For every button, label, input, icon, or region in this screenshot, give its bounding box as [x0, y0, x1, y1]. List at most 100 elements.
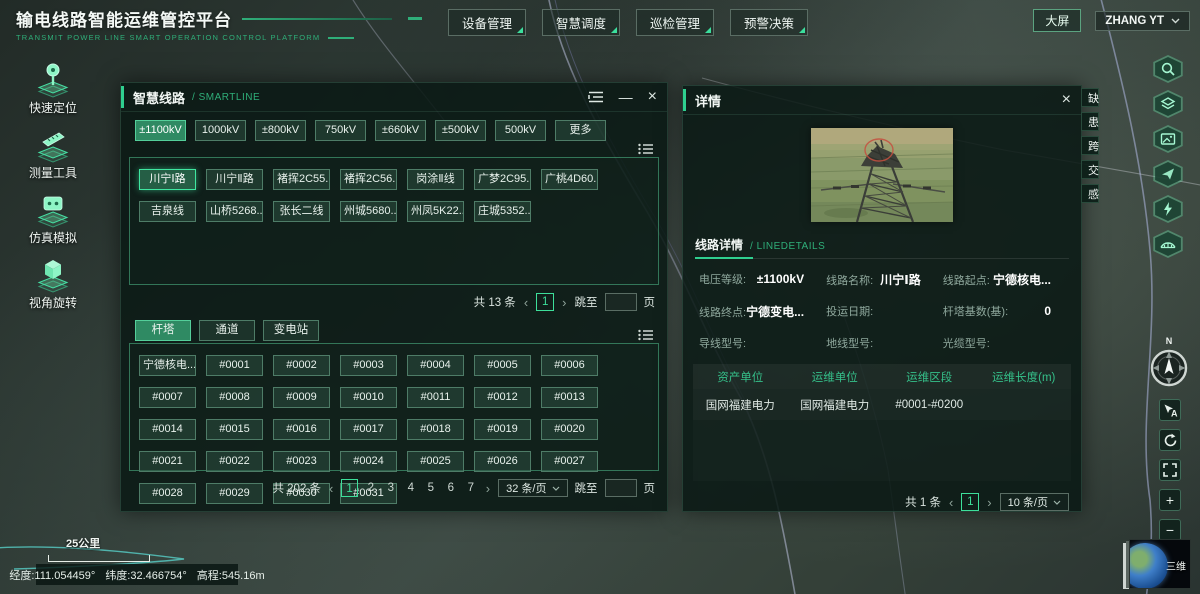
tower-chip[interactable]: #0020 — [541, 419, 598, 440]
next-page-icon[interactable]: › — [485, 481, 491, 496]
tool-view-rotate[interactable]: 视角旋转 — [22, 255, 84, 311]
prev-page-icon[interactable]: ‹ — [328, 481, 334, 496]
prev-page-icon[interactable]: ‹ — [948, 495, 954, 510]
big-screen-button[interactable]: 大屏 — [1033, 9, 1081, 32]
page-number[interactable]: 6 — [444, 479, 458, 497]
hex-layers-tool[interactable] — [1152, 90, 1184, 118]
list-view-icon[interactable] — [638, 143, 653, 155]
tower-chip[interactable]: #0018 — [407, 419, 464, 440]
table-row[interactable]: 国网福建电力国网福建电力#0001-#0200 — [693, 389, 1071, 420]
hex-search-tool[interactable] — [1152, 55, 1184, 83]
tower-chip[interactable]: #0025 — [407, 451, 464, 472]
facility-tab[interactable]: 通道 — [199, 320, 255, 341]
zoom-in-button[interactable]: + — [1159, 489, 1181, 511]
line-chip[interactable]: 张长二线 — [273, 201, 330, 222]
tower-chip[interactable]: #0013 — [541, 387, 598, 408]
nav-device-management[interactable]: 设备管理 — [448, 9, 526, 36]
tool-quick-locate[interactable]: 快速定位 — [22, 60, 84, 116]
compass[interactable]: N — [1148, 336, 1190, 389]
voltage-filter-chip[interactable]: 更多 — [555, 120, 606, 141]
hex-bridge-tool[interactable] — [1152, 230, 1184, 258]
line-chip[interactable]: 吉泉线 — [139, 201, 196, 222]
current-page[interactable]: 1 — [961, 493, 979, 511]
tower-chip[interactable]: #0023 — [273, 451, 330, 472]
hex-imagery-tool[interactable] — [1152, 125, 1184, 153]
jump-page-input[interactable] — [605, 479, 637, 497]
voltage-filter-chip[interactable]: ±660kV — [375, 120, 426, 141]
side-tab-hazard[interactable]: 患 — [1081, 112, 1099, 131]
side-tab-sensing[interactable]: 感 — [1081, 184, 1099, 203]
voltage-filter-chip[interactable]: ±500kV — [435, 120, 486, 141]
tower-chip[interactable]: #0024 — [340, 451, 397, 472]
facility-tab[interactable]: 杆塔 — [135, 320, 191, 341]
side-tab-intersection[interactable]: 交 — [1081, 160, 1099, 179]
tower-chip[interactable]: #0027 — [541, 451, 598, 472]
line-chip[interactable]: 山桥5268... — [206, 201, 263, 222]
nav-inspection-management[interactable]: 巡检管理 — [636, 9, 714, 36]
line-chip[interactable]: 广桃4D60... — [541, 169, 598, 190]
line-chip[interactable]: 州凤5K22... — [407, 201, 464, 222]
line-chip[interactable]: 广梦2C95... — [474, 169, 531, 190]
tower-chip[interactable]: #0006 — [541, 355, 598, 376]
tower-chip[interactable]: #0005 — [474, 355, 531, 376]
line-chip[interactable]: 庄城5352... — [474, 201, 531, 222]
close-icon[interactable]: × — [1062, 93, 1071, 107]
page-number[interactable]: 5 — [424, 479, 438, 497]
line-chip[interactable]: 褚挥2C56... — [340, 169, 397, 190]
tower-chip[interactable]: #0007 — [139, 387, 196, 408]
page-size-select[interactable]: 10 条/页 — [1000, 493, 1069, 511]
hex-flight-tool[interactable] — [1152, 160, 1184, 188]
zoom-out-button[interactable]: − — [1159, 519, 1181, 541]
tower-chip[interactable]: #0001 — [206, 355, 263, 376]
line-chip[interactable]: 川宁Ⅰ路 — [139, 169, 196, 190]
transmission-tower-photo[interactable] — [811, 128, 953, 222]
tower-chip[interactable]: #0011 — [407, 387, 464, 408]
tower-chip[interactable]: 宁德核电... — [139, 355, 196, 376]
next-page-icon[interactable]: › — [561, 295, 567, 310]
jump-page-input[interactable] — [605, 293, 637, 311]
prev-page-icon[interactable]: ‹ — [523, 295, 529, 310]
page-number[interactable]: 3 — [384, 479, 398, 497]
line-chip[interactable]: 岗涂Ⅱ线 — [407, 169, 464, 190]
tower-chip[interactable]: #0022 — [206, 451, 263, 472]
indent-list-icon[interactable] — [588, 91, 604, 103]
tower-chip[interactable]: #0008 — [206, 387, 263, 408]
pick-label-button[interactable]: A — [1159, 399, 1181, 421]
page-size-select[interactable]: 32 条/页 — [498, 479, 567, 497]
voltage-filter-chip[interactable]: ±800kV — [255, 120, 306, 141]
user-menu[interactable]: ZHANG YT — [1095, 11, 1190, 31]
voltage-filter-chip[interactable]: ±1100kV — [135, 120, 186, 141]
side-tab-defect[interactable]: 缺 — [1081, 88, 1099, 107]
line-chip[interactable]: 褚挥2C55... — [273, 169, 330, 190]
list-view-icon[interactable] — [638, 329, 653, 341]
page-number[interactable]: 1 — [341, 479, 357, 497]
minimize-icon[interactable]: — — [619, 90, 633, 104]
voltage-filter-chip[interactable]: 1000kV — [195, 120, 246, 141]
line-chip[interactable]: 川宁Ⅱ路 — [206, 169, 263, 190]
line-chip[interactable]: 州城5680... — [340, 201, 397, 222]
tower-chip[interactable]: #0015 — [206, 419, 263, 440]
side-tab-crossing[interactable]: 跨 — [1081, 136, 1099, 155]
tower-chip[interactable]: #0002 — [273, 355, 330, 376]
current-page[interactable]: 1 — [536, 293, 554, 311]
tower-chip[interactable]: #0028 — [139, 483, 196, 504]
page-number[interactable]: 4 — [404, 479, 418, 497]
tower-chip[interactable]: #0021 — [139, 451, 196, 472]
tower-chip[interactable]: #0016 — [273, 419, 330, 440]
minimap-3d-toggle[interactable]: 三维 — [1127, 539, 1189, 590]
hex-lightning-tool[interactable] — [1152, 195, 1184, 223]
tower-chip[interactable]: #0029 — [206, 483, 263, 504]
tower-chip[interactable]: #0014 — [139, 419, 196, 440]
tower-chip[interactable]: #0012 — [474, 387, 531, 408]
next-page-icon[interactable]: › — [986, 495, 992, 510]
tower-chip[interactable]: #0010 — [340, 387, 397, 408]
tower-chip[interactable]: #0004 — [407, 355, 464, 376]
tower-chip[interactable]: #0026 — [474, 451, 531, 472]
facility-tab[interactable]: 变电站 — [263, 320, 319, 341]
close-icon[interactable]: × — [648, 90, 657, 104]
tower-chip[interactable]: #0009 — [273, 387, 330, 408]
voltage-filter-chip[interactable]: 500kV — [495, 120, 546, 141]
voltage-filter-chip[interactable]: 750kV — [315, 120, 366, 141]
page-number[interactable]: 2 — [364, 479, 378, 497]
fullscreen-button[interactable] — [1159, 459, 1181, 481]
